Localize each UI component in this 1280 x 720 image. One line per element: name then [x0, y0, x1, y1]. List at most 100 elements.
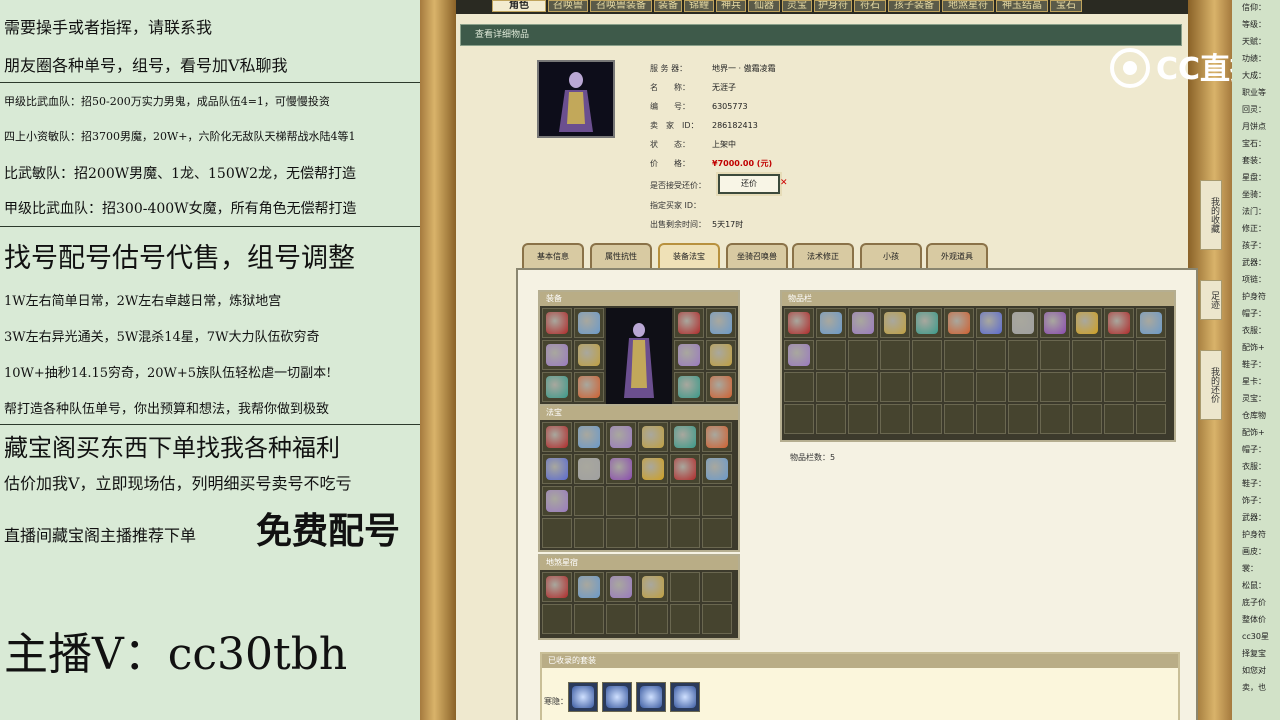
item-slot[interactable] [976, 404, 1006, 434]
collected-set-icon[interactable] [568, 682, 598, 712]
nav-tab[interactable]: 召唤兽 [548, 0, 588, 12]
item-slot[interactable] [542, 486, 572, 516]
item-slot[interactable] [1104, 372, 1134, 402]
item-slot[interactable] [784, 308, 814, 338]
item-slot[interactable] [880, 340, 910, 370]
item-slot[interactable] [1040, 308, 1070, 338]
item-slot[interactable] [542, 340, 572, 370]
item-slot[interactable] [542, 518, 572, 548]
item-slot[interactable] [784, 404, 814, 434]
item-slot[interactable] [848, 308, 878, 338]
item-slot[interactable] [1072, 372, 1102, 402]
tab-child[interactable]: 小孩 [860, 243, 922, 269]
item-slot[interactable] [702, 422, 732, 452]
item-slot[interactable] [638, 422, 668, 452]
nav-tab[interactable]: 符石 [854, 0, 886, 12]
item-slot[interactable] [542, 454, 572, 484]
item-slot[interactable] [944, 372, 974, 402]
counter-offer-button[interactable]: 还价 [718, 174, 780, 194]
item-slot[interactable] [638, 572, 668, 602]
item-slot[interactable] [574, 372, 604, 402]
item-slot[interactable] [816, 340, 846, 370]
item-slot[interactable] [944, 404, 974, 434]
collected-set-icon[interactable] [670, 682, 700, 712]
item-slot[interactable] [912, 340, 942, 370]
item-slot[interactable] [912, 404, 942, 434]
item-slot[interactable] [912, 308, 942, 338]
item-slot[interactable] [670, 518, 700, 548]
item-slot[interactable] [912, 372, 942, 402]
item-slot[interactable] [674, 372, 704, 402]
item-slot[interactable] [670, 486, 700, 516]
item-slot[interactable] [848, 372, 878, 402]
item-slot[interactable] [1136, 372, 1166, 402]
collected-set-icon[interactable] [602, 682, 632, 712]
item-slot[interactable] [702, 604, 732, 634]
item-slot[interactable] [1104, 404, 1134, 434]
item-slot[interactable] [702, 486, 732, 516]
item-slot[interactable] [542, 604, 572, 634]
nav-tab[interactable]: 神玉结晶 [996, 0, 1048, 12]
tab-equip-fabao[interactable]: 装备法宝 [658, 243, 720, 269]
item-slot[interactable] [702, 454, 732, 484]
item-slot[interactable] [542, 308, 572, 338]
nav-tab[interactable]: 装备 [654, 0, 682, 12]
item-slot[interactable] [816, 372, 846, 402]
close-icon[interactable]: ✕ [780, 178, 788, 188]
item-slot[interactable] [706, 340, 736, 370]
nav-tab[interactable]: 地煞星符 [942, 0, 994, 12]
item-slot[interactable] [670, 572, 700, 602]
item-slot[interactable] [706, 372, 736, 402]
item-slot[interactable] [1008, 372, 1038, 402]
item-slot[interactable] [976, 308, 1006, 338]
tab-appearance[interactable]: 外观道具 [926, 243, 988, 269]
item-slot[interactable] [880, 372, 910, 402]
item-slot[interactable] [606, 422, 636, 452]
item-slot[interactable] [880, 404, 910, 434]
item-slot[interactable] [784, 372, 814, 402]
item-slot[interactable] [1136, 404, 1166, 434]
item-slot[interactable] [674, 308, 704, 338]
nav-tab[interactable]: 召唤兽装备 [590, 0, 652, 12]
item-slot[interactable] [574, 422, 604, 452]
item-slot[interactable] [670, 454, 700, 484]
nav-tab[interactable]: 角色 [492, 0, 546, 12]
item-slot[interactable] [1104, 340, 1134, 370]
item-slot[interactable] [784, 340, 814, 370]
item-slot[interactable] [606, 572, 636, 602]
item-slot[interactable] [638, 486, 668, 516]
item-slot[interactable] [574, 604, 604, 634]
item-slot[interactable] [1008, 308, 1038, 338]
nav-tab[interactable]: 神兵 [716, 0, 746, 12]
item-slot[interactable] [1072, 308, 1102, 338]
item-slot[interactable] [542, 572, 572, 602]
nav-tab[interactable]: 锦鲤 [684, 0, 714, 12]
nav-tab[interactable]: 宝石 [1050, 0, 1082, 12]
tab-spell-correction[interactable]: 法术修正 [792, 243, 854, 269]
item-slot[interactable] [1040, 372, 1070, 402]
item-slot[interactable] [638, 518, 668, 548]
tab-attributes[interactable]: 属性抗性 [590, 243, 652, 269]
item-slot[interactable] [574, 572, 604, 602]
side-tab-footprint[interactable]: 足迹 [1200, 280, 1222, 320]
side-tab-my-offers[interactable]: 我的还价 [1200, 350, 1222, 420]
tab-mount-pet[interactable]: 坐骑召唤兽 [726, 243, 788, 269]
item-slot[interactable] [944, 308, 974, 338]
item-slot[interactable] [574, 454, 604, 484]
item-slot[interactable] [1104, 308, 1134, 338]
item-slot[interactable] [976, 340, 1006, 370]
item-slot[interactable] [670, 604, 700, 634]
item-slot[interactable] [848, 404, 878, 434]
item-slot[interactable] [1040, 404, 1070, 434]
item-slot[interactable] [1008, 340, 1038, 370]
item-slot[interactable] [1040, 340, 1070, 370]
collected-set-icon[interactable] [636, 682, 666, 712]
item-slot[interactable] [574, 308, 604, 338]
item-slot[interactable] [848, 340, 878, 370]
item-slot[interactable] [606, 604, 636, 634]
item-slot[interactable] [944, 340, 974, 370]
item-slot[interactable] [816, 308, 846, 338]
item-slot[interactable] [638, 454, 668, 484]
item-slot[interactable] [542, 422, 572, 452]
item-slot[interactable] [702, 518, 732, 548]
